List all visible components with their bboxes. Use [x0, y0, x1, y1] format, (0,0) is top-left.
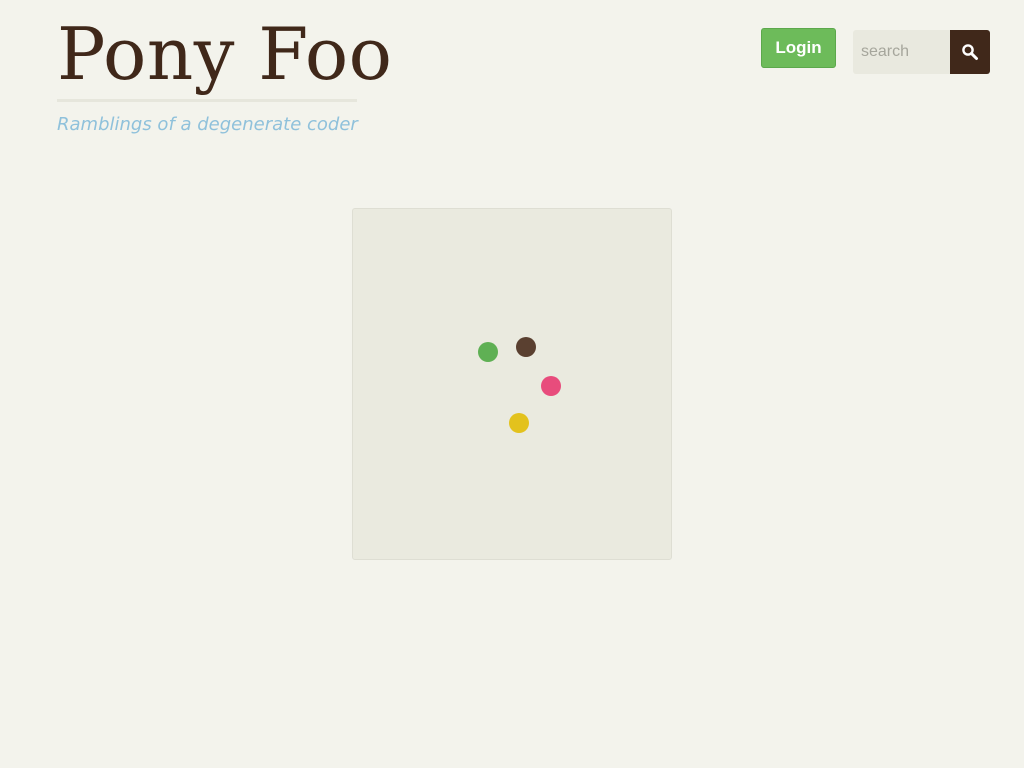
loading-dot-pink: [541, 376, 561, 396]
search-button[interactable]: [950, 30, 990, 74]
loading-dot-yellow: [509, 413, 529, 433]
brand: Pony Foo Ramblings of a degenerate coder: [57, 10, 392, 135]
magnifier-icon: [962, 44, 978, 60]
title-underline: [57, 99, 357, 102]
search-form: [853, 30, 990, 74]
site-title[interactable]: Pony Foo: [57, 10, 392, 98]
loading-dot-green: [478, 342, 498, 362]
search-input[interactable]: [853, 30, 950, 74]
site-tagline: Ramblings of a degenerate coder: [57, 114, 358, 135]
login-button[interactable]: Login: [761, 28, 836, 68]
loading-dot-brown: [516, 337, 536, 357]
loading-panel: [352, 208, 672, 560]
